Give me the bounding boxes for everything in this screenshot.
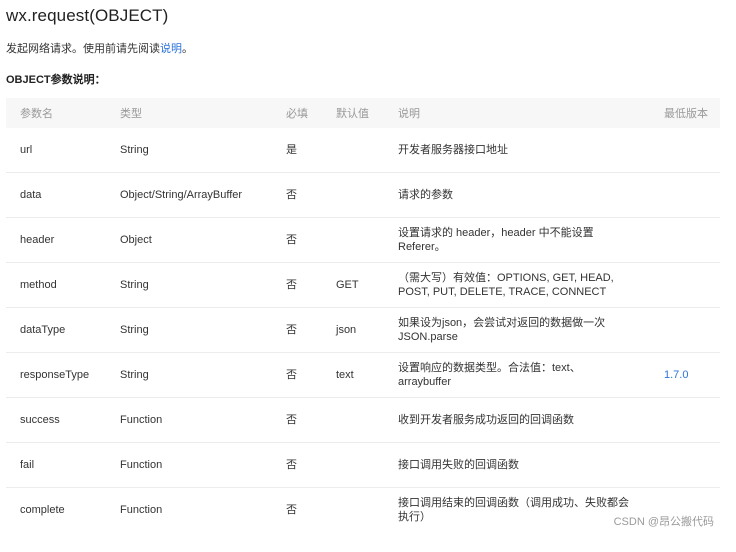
watermark: CSDN @昂公搬代码	[613, 516, 714, 528]
table-row: url String 是 开发者服务器接口地址	[6, 128, 720, 173]
param-description: 接口调用结束的回调函数（调用成功、失败都会执行）	[398, 497, 629, 523]
param-required: 是	[272, 128, 322, 173]
param-required: 否	[272, 352, 322, 398]
param-name: responseType	[6, 352, 106, 398]
param-name: success	[6, 397, 106, 443]
param-description: 请求的参数	[384, 172, 650, 218]
intro-link[interactable]: 说明	[160, 43, 182, 55]
param-description: 如果设为json，会尝试对返回的数据做一次 JSON.parse	[384, 307, 650, 353]
param-default	[322, 397, 384, 443]
param-type: Object/String/ArrayBuffer	[106, 172, 272, 218]
param-required: 否	[272, 172, 322, 218]
param-name: fail	[6, 442, 106, 488]
param-type: Object	[106, 217, 272, 263]
page-title: wx.request(OBJECT)	[6, 6, 169, 25]
param-type: Function	[120, 504, 163, 516]
table-row: header Object 否 设置请求的 header，header 中不能设…	[6, 217, 720, 263]
param-min-version	[650, 217, 720, 263]
param-required: 否	[286, 504, 297, 516]
param-default	[322, 442, 384, 488]
param-default	[322, 172, 384, 218]
param-name: complete	[20, 504, 65, 516]
param-min-version	[650, 128, 720, 173]
param-default	[322, 488, 384, 533]
param-min-version	[650, 307, 720, 353]
param-default	[322, 217, 384, 263]
param-description: 开发者服务器接口地址	[384, 128, 650, 173]
param-required: 否	[272, 307, 322, 353]
param-required: 否	[272, 397, 322, 443]
param-required: 否	[272, 442, 322, 488]
param-default: json	[322, 307, 384, 353]
param-name: dataType	[6, 307, 106, 353]
param-type: String	[106, 262, 272, 308]
table-row: data Object/String/ArrayBuffer 否 请求的参数	[6, 172, 720, 218]
table-row: responseType String 否 text 设置响应的数据类型。合法值…	[6, 352, 720, 398]
param-name: data	[6, 172, 106, 218]
param-min-version	[650, 172, 720, 218]
header-type: 类型	[106, 98, 272, 128]
param-name: method	[6, 262, 106, 308]
section-title: OBJECT参数说明：	[6, 74, 106, 86]
header-min-version: 最低版本	[650, 98, 720, 128]
table-row: fail Function 否 接口调用失败的回调函数	[6, 442, 720, 488]
intro-sentence: 发起网络请求。使用前请先阅读	[6, 43, 160, 55]
param-name: url	[6, 128, 106, 173]
header-name: 参数名	[6, 98, 106, 128]
param-default: text	[322, 352, 384, 398]
param-type: String	[106, 128, 272, 173]
param-default: GET	[322, 262, 384, 308]
params-table: 参数名 类型 必填 默认值 说明 最低版本 url String 是 开发者服务…	[6, 98, 720, 532]
param-min-version	[650, 397, 720, 443]
table-row: dataType String 否 json 如果设为json，会尝试对返回的数…	[6, 307, 720, 353]
param-name: header	[6, 217, 106, 263]
param-min-version	[650, 262, 720, 308]
table-row: success Function 否 收到开发者服务成功返回的回调函数	[6, 397, 720, 443]
param-type: String	[106, 352, 272, 398]
param-description: 收到开发者服务成功返回的回调函数	[384, 397, 650, 443]
param-type: String	[106, 307, 272, 353]
param-required: 否	[272, 262, 322, 308]
param-default	[322, 128, 384, 173]
param-min-version: 1.7.0	[650, 352, 720, 398]
intro-end: 。	[182, 43, 193, 55]
param-type: Function	[106, 442, 272, 488]
intro-text: 发起网络请求。使用前请先阅读说明。	[6, 40, 193, 56]
header-required: 必填	[272, 98, 322, 128]
param-description: 设置响应的数据类型。合法值：text、arraybuffer	[384, 352, 650, 398]
param-description: 接口调用失败的回调函数	[384, 442, 650, 488]
header-default: 默认值	[322, 98, 384, 128]
header-description: 说明	[384, 98, 650, 128]
param-min-version	[650, 442, 720, 488]
param-type: Function	[106, 397, 272, 443]
param-description: 设置请求的 header，header 中不能设置 Referer。	[384, 217, 650, 263]
table-header-row: 参数名 类型 必填 默认值 说明 最低版本	[6, 98, 720, 128]
table-row: method String 否 GET （需大写）有效值：OPTIONS, GE…	[6, 262, 720, 308]
param-description: （需大写）有效值：OPTIONS, GET, HEAD, POST, PUT, …	[384, 262, 650, 308]
param-required: 否	[272, 217, 322, 263]
